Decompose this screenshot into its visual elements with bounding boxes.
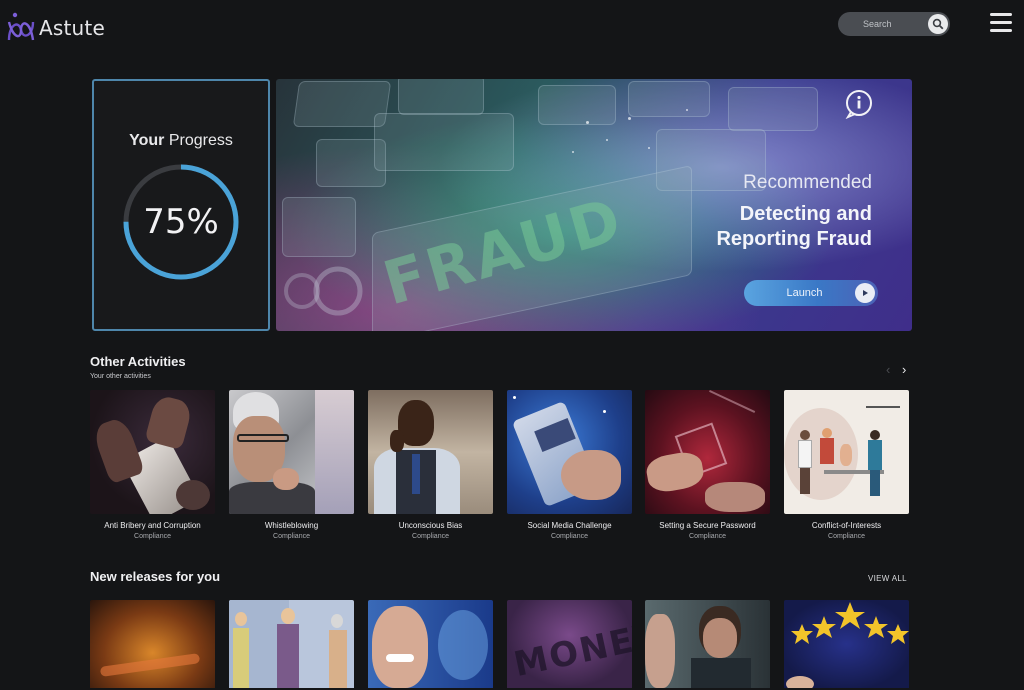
activity-category: Compliance (412, 533, 449, 540)
progress-title-rest: Progress (168, 132, 233, 149)
activity-card-unconscious-bias[interactable]: Unconscious Bias Compliance (368, 390, 493, 540)
activity-title: Conflict-of-Interests (811, 521, 882, 530)
keyboard-key (374, 113, 514, 171)
course-title-line-1: Detecting and (739, 203, 872, 225)
activity-card-secure-password[interactable]: Setting a Secure Password Compliance (645, 390, 770, 540)
progress-value: 75% (143, 202, 219, 242)
recommended-label: Recommended (743, 172, 872, 193)
activity-thumbnail (229, 390, 354, 514)
new-release-card[interactable] (784, 600, 909, 688)
keyboard-key (628, 81, 710, 117)
activity-category: Compliance (134, 533, 171, 540)
carousel-next-icon[interactable]: › (902, 362, 906, 377)
new-release-card[interactable] (368, 600, 493, 688)
launch-button-label: Launch (786, 287, 823, 299)
other-activities-subtitle: Your other activities (90, 373, 151, 380)
activity-title: Unconscious Bias (398, 521, 463, 530)
search-input[interactable]: Search (863, 19, 928, 29)
activity-category: Compliance (689, 533, 726, 540)
launch-button[interactable]: Launch (744, 280, 878, 306)
new-release-card[interactable] (645, 600, 770, 688)
activity-thumbnail (645, 390, 770, 514)
activity-category: Compliance (551, 533, 588, 540)
course-title-line-2: Reporting Fraud (716, 228, 872, 250)
keyboard-key (282, 197, 356, 257)
spark (648, 147, 650, 149)
activity-title: Social Media Challenge (527, 521, 612, 530)
activity-title: Whistleblowing (264, 521, 319, 530)
activity-thumbnail (507, 390, 632, 514)
menu-icon[interactable] (990, 13, 1012, 35)
recommended-course-title: Detecting and Reporting Fraud (716, 202, 872, 252)
activity-card-anti-bribery[interactable]: Anti Bribery and Corruption Compliance (90, 390, 215, 540)
new-release-card[interactable] (229, 600, 354, 688)
money-text: MONEY (510, 614, 632, 686)
spark (628, 117, 631, 120)
activity-card-conflict-of-interests[interactable]: Conflict-of-Interests Compliance (784, 390, 909, 540)
info-icon[interactable] (844, 89, 874, 119)
search-icon[interactable] (928, 14, 948, 34)
view-all-link[interactable]: VIEW ALL (868, 574, 907, 583)
app-name: Astute (39, 16, 105, 40)
recommended-banner[interactable]: FRAUD Recommended Detecting and Reportin… (276, 79, 912, 331)
new-releases-title: New releases for you (90, 569, 221, 584)
activity-card-whistleblowing[interactable]: Whistleblowing Compliance (229, 390, 354, 540)
app-logo[interactable]: Astute (6, 10, 105, 46)
other-activities-title: Other Activities (90, 354, 186, 369)
keyboard-key (538, 85, 616, 125)
spark (586, 121, 589, 124)
new-release-card[interactable]: MONEY (507, 600, 632, 688)
progress-title-bold: Your (129, 132, 165, 149)
search-bar[interactable]: Search (838, 12, 950, 36)
spark (572, 151, 574, 153)
activity-card-social-media[interactable]: Social Media Challenge Compliance (507, 390, 632, 540)
activity-category: Compliance (828, 533, 865, 540)
key-symbol (284, 266, 363, 316)
activity-title: Anti Bribery and Corruption (104, 521, 201, 530)
play-icon (855, 283, 875, 303)
progress-title: Your Progress (94, 132, 268, 150)
activity-thumbnail (784, 390, 909, 514)
activity-thumbnail (368, 390, 493, 514)
activity-title: Setting a Secure Password (659, 521, 756, 530)
star-rating-icon (786, 602, 909, 688)
astute-logo-icon (7, 12, 35, 41)
new-release-card[interactable] (90, 600, 215, 688)
keyboard-key (728, 87, 818, 131)
progress-card: Your Progress 75% (92, 79, 270, 331)
spark (686, 109, 688, 111)
activity-thumbnail (90, 390, 215, 514)
keyboard-key (398, 79, 484, 115)
carousel-prev-icon[interactable]: ‹ (886, 362, 890, 377)
spark (606, 139, 608, 141)
activity-category: Compliance (273, 533, 310, 540)
